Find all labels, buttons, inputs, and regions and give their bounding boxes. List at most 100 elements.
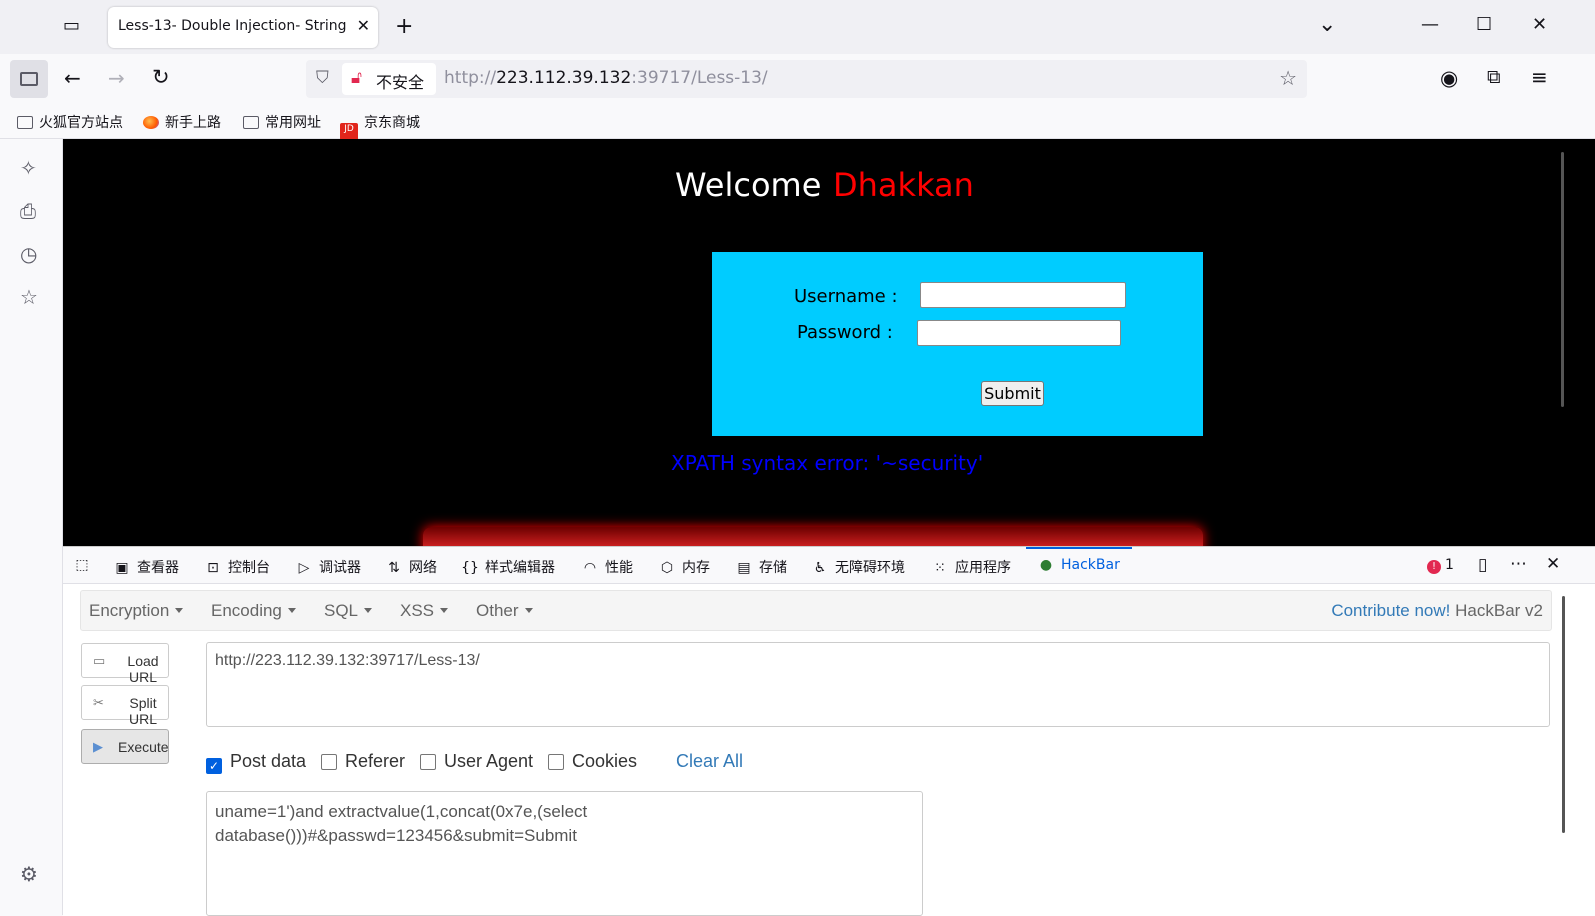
user-agent-checkbox[interactable]: User Agent [420,751,533,772]
style-editor-icon: {} [461,560,479,576]
menu-other[interactable]: Other [476,601,533,621]
button-label: Execute [118,739,169,755]
reload-button[interactable]: ↻ [152,65,170,89]
bookmark-star-icon[interactable]: ☆ [1279,66,1297,90]
tab-list-icon[interactable]: ▭ [63,15,80,36]
referer-checkbox[interactable]: Referer [321,751,405,772]
tab-memory[interactable]: ⬡ 内存 [658,557,710,577]
forward-button[interactable]: → [108,66,125,90]
url-bar[interactable]: ⛉ 🔓︎ 不安全 http://223.112.39.132:39717/Les… [306,60,1307,98]
devtools-scrollbar[interactable] [1562,596,1565,833]
folder-icon [243,116,259,129]
element-picker-icon[interactable]: ⬚ [73,557,97,573]
menu-encoding[interactable]: Encoding [211,601,296,621]
bookmark-jd[interactable]: JD 京东商城 [340,112,420,141]
tab-active[interactable]: Less-13- Double Injection- String ✕ [108,7,378,48]
url-text[interactable]: http://223.112.39.132:39717/Less-13/ [444,68,768,88]
firefox-logo-icon [143,116,159,129]
account-icon[interactable]: ◉ [1440,66,1458,90]
close-devtools-icon[interactable]: ✕ [1546,554,1560,574]
list-all-tabs-icon[interactable]: ⌄ [1318,12,1336,37]
tracking-shield-icon[interactable]: ⛉ [316,68,329,88]
minimize-button[interactable]: — [1421,14,1439,35]
username-input[interactable] [920,282,1126,308]
tab-performance[interactable]: ◠ 性能 [581,557,633,577]
load-url-button[interactable]: ▭ Load URL [81,643,169,685]
error-icon: ! [1427,560,1441,574]
menu-label: SQL [324,601,359,620]
tab-inspector[interactable]: ▣ 查看器 [113,557,179,577]
decorative-banner-image [423,527,1203,546]
settings-gear-icon[interactable]: ⚙ [20,862,38,886]
close-window-button[interactable]: ✕ [1532,14,1547,35]
contribute-link[interactable]: Contribute now! [1331,601,1450,620]
sidebar-icon [20,72,38,86]
accessibility-icon: ♿︎ [813,560,827,576]
tab-label: 无障碍环境 [835,560,905,576]
storage-icon: ▤ [737,560,751,576]
url-textarea[interactable]: http://223.112.39.132:39717/Less-13/ [206,642,1550,727]
maximize-button[interactable]: ☐ [1476,14,1492,35]
tab-title: Less-13- Double Injection- String [118,18,347,34]
post-data-checkbox[interactable]: ✓ Post data [206,751,306,774]
bookmark-folder-common[interactable]: 常用网址 [243,112,321,132]
tab-close-icon[interactable]: ✕ [357,16,370,35]
bookmark-getting-started[interactable]: 新手上路 [143,112,221,132]
post-data-textarea[interactable]: uname=1')and extractvalue(1,concat(0x7e,… [206,791,923,916]
back-button[interactable]: ← [64,66,81,90]
tab-accessibility[interactable]: ♿︎ 无障碍环境 [811,557,905,577]
console-icon: ⊡ [207,560,219,576]
page-scrollbar[interactable] [1561,152,1564,407]
sidebar: ✧ ⎙ ◷ ☆ ⚙ [0,139,63,915]
tab-hackbar[interactable]: ● HackBar [1037,557,1120,573]
bookmark-label: 常用网址 [265,115,321,131]
extensions-icon[interactable]: ⧉ [1487,66,1501,88]
tab-label: HackBar [1061,557,1120,573]
devtools-toolbar: ⬚ ▣ 查看器 ⊡ 控制台 ▷ 调试器 ⇅ 网络 {} 样式编辑器 ◠ 性能 ⬡ 内存 ▤ 存储… [63,547,1595,584]
tab-label: 存储 [759,560,787,576]
menu-encryption[interactable]: Encryption [89,601,184,621]
bookmarks-icon[interactable]: ☆ [20,285,38,309]
clear-all-link[interactable]: Clear All [676,751,743,772]
submit-button[interactable]: Submit [981,381,1044,406]
tab-debugger[interactable]: ▷ 调试器 [295,557,361,577]
button-label: Split URL [128,695,157,727]
dock-side-icon[interactable]: ▯ [1478,555,1487,575]
bookmark-folder-firefox[interactable]: 火狐官方站点 [17,112,123,132]
ai-chatbot-icon[interactable]: ✧ [20,156,37,180]
tab-label: 应用程序 [955,560,1011,576]
tab-label: 网络 [409,560,437,576]
checkbox-label: Post data [230,751,307,771]
history-icon[interactable]: ◷ [20,242,37,266]
error-message: XPATH syntax error: '~security' [671,451,984,475]
checkbox-label: Referer [345,751,406,771]
split-url-button[interactable]: ✂ Split URL [81,685,169,727]
synced-tabs-icon[interactable]: ⎙ [20,199,36,223]
checkbox-icon [321,754,337,770]
site-security-indicator[interactable]: 🔓︎ 不安全 [342,63,436,95]
new-tab-button[interactable]: + [395,14,413,39]
execute-button[interactable]: ▶ Execute [81,729,169,764]
hackbar-version: HackBar v2 [1455,601,1543,620]
tab-label: 性能 [605,560,633,576]
menu-xss[interactable]: XSS [400,601,449,621]
hackbar-icon: ● [1039,557,1053,573]
tab-style-editor[interactable]: {} 样式编辑器 [461,557,555,577]
menu-sql[interactable]: SQL [324,601,373,621]
bookmarks-toolbar: 火狐官方站点 新手上路 常用网址 JD 京东商城 [0,104,1595,141]
password-input[interactable] [917,320,1121,346]
sidebar-toggle-button[interactable] [10,60,48,98]
tab-console[interactable]: ⊡ 控制台 [204,557,270,577]
error-count-badge[interactable]: ! 1 [1427,557,1454,574]
tab-label: 样式编辑器 [485,560,555,576]
tab-network[interactable]: ⇅ 网络 [385,557,437,577]
menu-icon[interactable]: ≡ [1531,65,1548,89]
more-options-icon[interactable]: ⋯ [1510,554,1527,574]
devtools-panel: ⬚ ▣ 查看器 ⊡ 控制台 ▷ 调试器 ⇅ 网络 {} 样式编辑器 ◠ 性能 ⬡ 内存 ▤ 存储… [63,546,1595,916]
cookies-checkbox[interactable]: Cookies [548,751,637,772]
tab-storage[interactable]: ▤ 存储 [735,557,787,577]
checkbox-checked-icon: ✓ [206,758,222,774]
login-form: Username : Password : Submit [712,252,1203,436]
tab-application[interactable]: ⁙ 应用程序 [931,557,1011,577]
folder-icon [17,116,33,129]
